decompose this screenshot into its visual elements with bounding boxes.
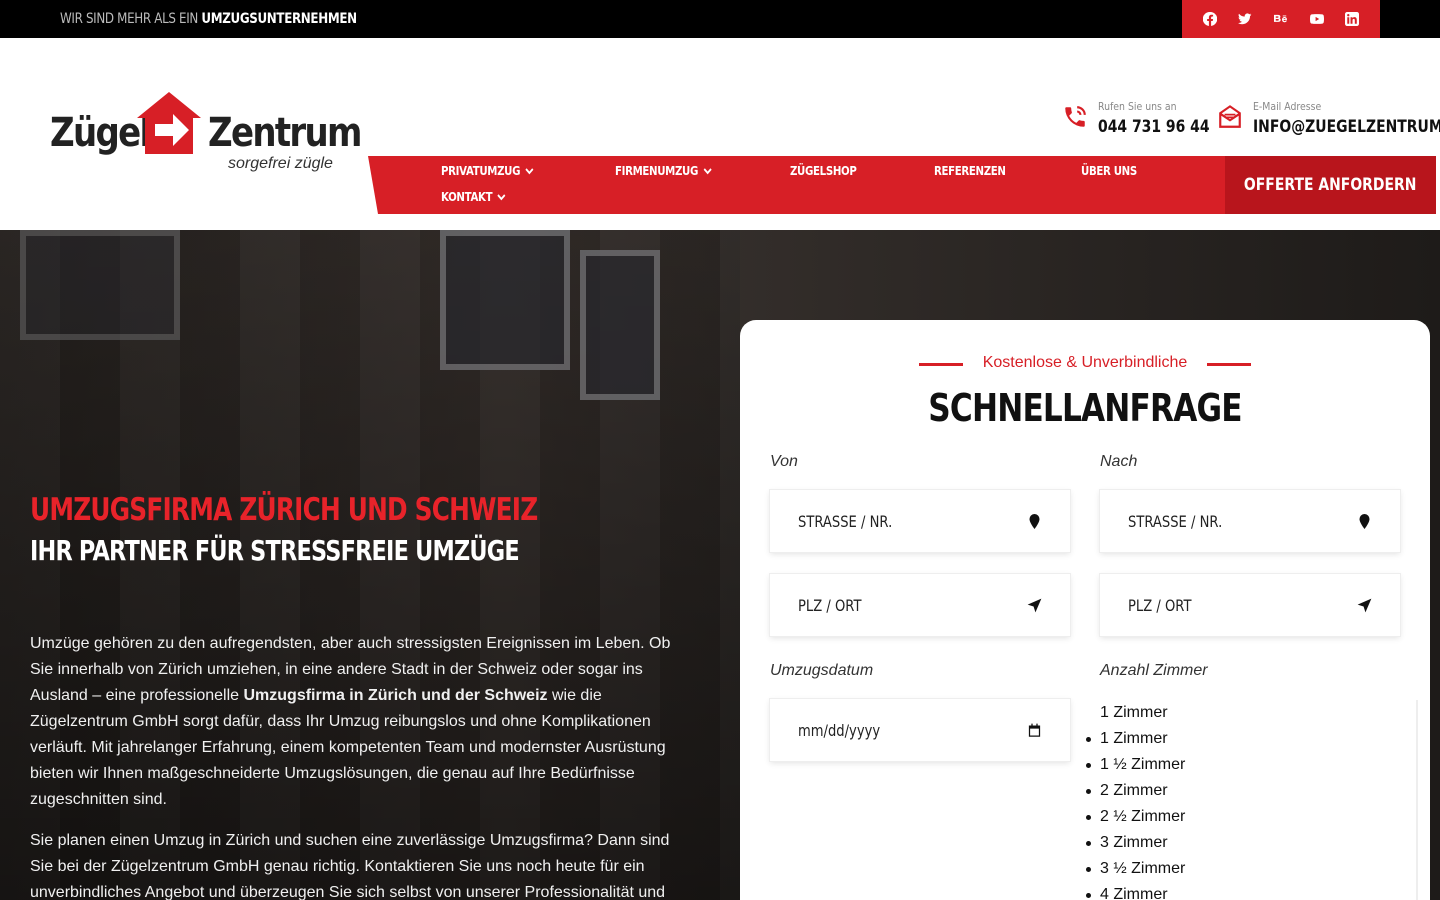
form-kicker: Kostenlose & Unverbindliche <box>982 354 1188 371</box>
email-contact[interactable]: E-Mail Adresse INFO@ZUEGELZENTRUM.CH <box>1217 100 1440 137</box>
room-option[interactable]: 1 ½ Zimmer <box>1086 752 1416 778</box>
top-bar: Wir sind mehr als ein Umzugsunternehmen <box>0 0 1440 38</box>
hero-paragraph-1: Umzüge gehören zu den aufregendsten, abe… <box>30 631 680 813</box>
nav-item-kontakt[interactable]: Kontakt <box>441 190 506 204</box>
nav-item-label: Kontakt <box>441 190 493 204</box>
house-logo-icon <box>137 92 201 154</box>
logo-slogan: sorgefrei zügle <box>228 155 333 172</box>
youtube-icon[interactable] <box>1307 9 1327 29</box>
rooms-select[interactable]: 1 Zimmer 1 Zimmer 1 ½ Zimmer 2 Zimmer 2 … <box>1086 700 1418 900</box>
to-label: Nach <box>1100 453 1138 470</box>
location-arrow-icon <box>1357 598 1372 612</box>
hero-title: Umzugsfirma Zürich und Schweiz <box>30 492 538 528</box>
room-option[interactable]: 3 Zimmer <box>1086 830 1416 856</box>
hero-paragraph-2: Sie planen einen Umzug in Zürich und suc… <box>30 832 670 900</box>
map-marker-icon <box>1029 513 1040 529</box>
background-window <box>580 250 660 400</box>
paragraph-text: wie die Zügelzentrum GmbH sorgt dafür, d… <box>30 687 666 808</box>
to-plz-placeholder: PLZ / Ort <box>1128 595 1192 615</box>
form-title: Schnellanfrage <box>928 386 1242 430</box>
hero-content: Umzugsfirma Zürich und Schweiz Ihr Partn… <box>30 492 680 900</box>
nav-item-firmenumzug[interactable]: Firmenumzug <box>615 164 712 178</box>
location-arrow-icon <box>1027 598 1042 612</box>
chevron-down-icon <box>525 168 534 175</box>
from-plz-input[interactable]: PLZ / Ort <box>770 574 1070 636</box>
email-address[interactable]: INFO@ZUEGELZENTRUM.CH <box>1253 117 1440 137</box>
kicker-line-right <box>1207 363 1251 366</box>
tagline: Wir sind mehr als ein Umzugsunternehmen <box>60 11 357 27</box>
from-street-placeholder: Strasse / Nr. <box>798 511 893 531</box>
nav-item-label: Zügelshop <box>790 164 857 178</box>
phone-number[interactable]: 044 731 96 44 <box>1098 117 1210 137</box>
from-street-input[interactable]: Strasse / Nr. <box>770 490 1070 552</box>
logo-word-2: Zentrum <box>208 110 362 156</box>
twitter-icon[interactable] <box>1235 9 1255 29</box>
room-option[interactable]: 1 Zimmer <box>1086 726 1416 752</box>
background-window <box>20 230 180 340</box>
email-icon <box>1217 104 1243 130</box>
from-label: Von <box>770 453 798 470</box>
calendar-icon[interactable] <box>1027 723 1042 738</box>
background-window <box>440 230 570 370</box>
nav-item-label: Privatumzug <box>441 164 521 178</box>
date-placeholder: mm/dd/yyyy <box>798 720 881 740</box>
chevron-down-icon <box>703 168 712 175</box>
linkedin-icon[interactable] <box>1342 9 1362 29</box>
to-street-placeholder: Strasse / Nr. <box>1128 511 1223 531</box>
room-option[interactable]: 2 Zimmer <box>1086 778 1416 804</box>
nav-item-referenzen[interactable]: Referenzen <box>934 164 1006 178</box>
room-option[interactable]: 2 ½ Zimmer <box>1086 804 1416 830</box>
request-offer-button[interactable]: Offerte anfordern <box>1225 156 1436 214</box>
moving-date-label: Umzugsdatum <box>770 662 874 679</box>
behance-icon[interactable] <box>1271 9 1291 29</box>
hero-subtitle: Ihr Partner für stressfreie Umzüge <box>30 534 520 567</box>
phone-contact[interactable]: Rufen Sie uns an 044 731 96 44 <box>1062 100 1234 137</box>
room-option[interactable]: 3 ½ Zimmer <box>1086 856 1416 882</box>
nav-item-label: Über uns <box>1081 164 1137 178</box>
nav-item-privatumzug[interactable]: Privatumzug <box>441 164 534 178</box>
rooms-options: 1 Zimmer 1 ½ Zimmer 2 Zimmer 2 ½ Zimmer … <box>1086 726 1416 900</box>
nav-item-label: Referenzen <box>934 164 1006 178</box>
phone-icon <box>1062 104 1088 130</box>
nav-item-label: Firmenumzug <box>615 164 699 178</box>
to-plz-input[interactable]: PLZ / Ort <box>1100 574 1400 636</box>
phone-label: Rufen Sie uns an <box>1098 100 1177 113</box>
main-nav: Privatumzug Firmenumzug Zügelshop Refere… <box>368 156 1236 214</box>
to-street-input[interactable]: Strasse / Nr. <box>1100 490 1400 552</box>
nav-item-ueber-uns[interactable]: Über uns <box>1081 164 1137 178</box>
room-option[interactable]: 4 Zimmer <box>1086 882 1416 900</box>
logo[interactable]: Zügel Zentrum sorgefrei zügle <box>50 88 362 178</box>
chevron-down-icon <box>497 194 506 201</box>
nav-item-zuegelshop[interactable]: Zügelshop <box>790 164 857 178</box>
from-plz-placeholder: PLZ / Ort <box>798 595 862 615</box>
hero-section: Umzugsfirma Zürich und Schweiz Ihr Partn… <box>0 230 1440 900</box>
map-marker-icon <box>1359 513 1370 529</box>
rooms-label: Anzahl Zimmer <box>1100 662 1208 679</box>
moving-date-input[interactable]: mm/dd/yyyy <box>770 699 1070 761</box>
tagline-bold: Umzugsunternehmen <box>201 11 357 27</box>
facebook-icon[interactable] <box>1200 9 1220 29</box>
email-label: E-Mail Adresse <box>1253 100 1322 113</box>
social-links <box>1182 0 1380 38</box>
cta-label: Offerte anfordern <box>1244 175 1417 195</box>
tagline-prefix: Wir sind mehr als ein <box>60 11 198 27</box>
rooms-selected-value: 1 Zimmer <box>1100 704 1168 721</box>
paragraph-bold: Umzugsfirma in Zürich und der Schweiz <box>243 687 548 704</box>
quick-request-form: Kostenlose & Unverbindliche Schnellanfra… <box>740 320 1430 900</box>
